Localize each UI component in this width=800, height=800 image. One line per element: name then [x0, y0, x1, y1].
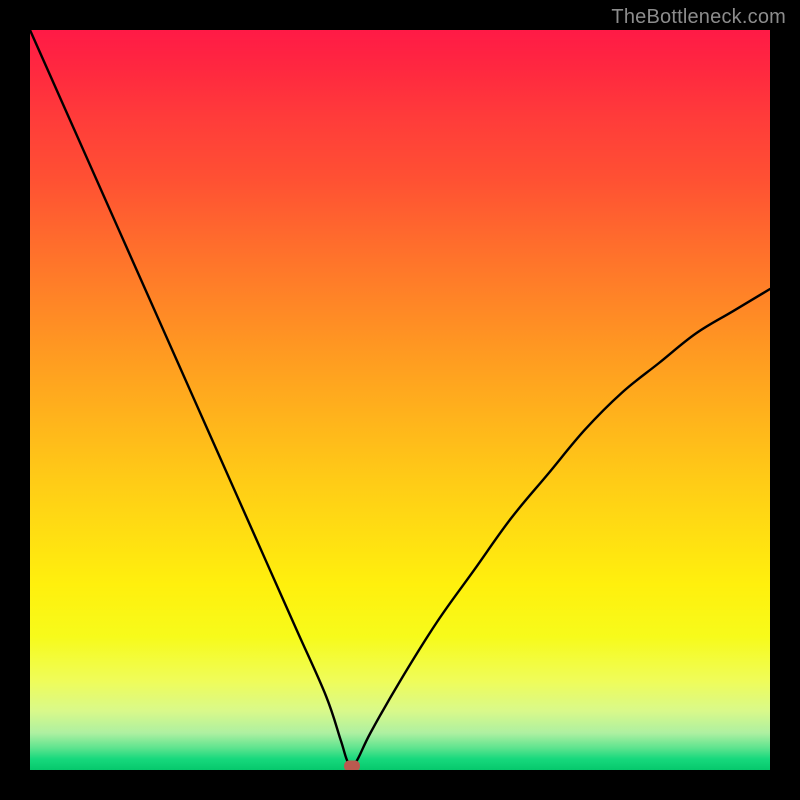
watermark-text: TheBottleneck.com	[611, 6, 786, 29]
bottleneck-curve	[30, 30, 770, 766]
chart-stage: TheBottleneck.com	[0, 0, 800, 800]
minimum-marker	[344, 761, 360, 770]
plot-area	[30, 30, 770, 770]
curve-svg	[30, 30, 770, 770]
